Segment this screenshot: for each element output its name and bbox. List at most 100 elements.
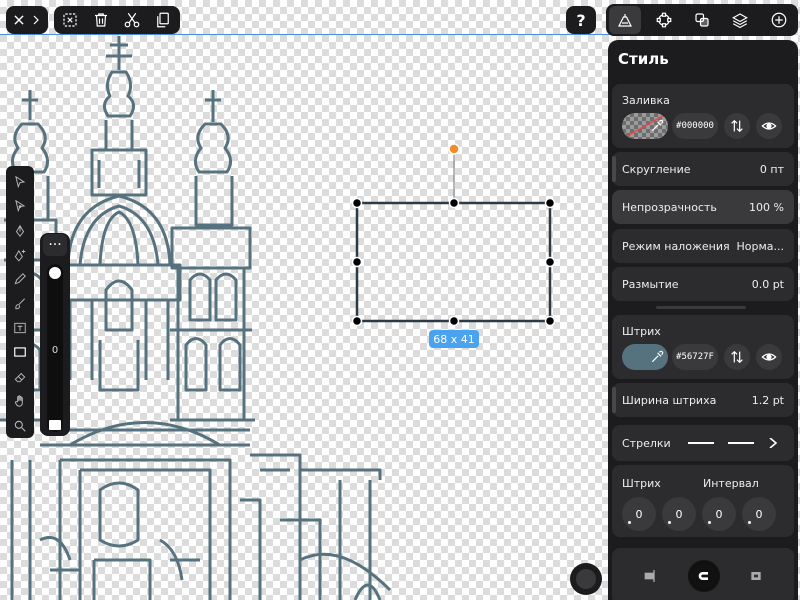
dash-knob-1[interactable]: 0: [622, 497, 656, 531]
tool-direct-select[interactable]: [8, 194, 32, 218]
knob-indicator: [668, 521, 671, 524]
fill-card: Заливка #000000: [612, 84, 794, 148]
dash-interval-label: Интервал: [703, 477, 759, 490]
opacity-row[interactable]: Непрозрачность 100 %: [612, 190, 794, 224]
delete-button[interactable]: [85, 6, 116, 34]
pen-icon: [15, 224, 25, 237]
tool-rectangle[interactable]: [8, 341, 32, 365]
eraser-icon: [14, 372, 26, 382]
pen-add-icon: [14, 249, 26, 262]
cap-card: [612, 548, 794, 600]
tool-zoom[interactable]: [8, 414, 32, 438]
section-divider: [656, 306, 746, 309]
stroke-hex[interactable]: #56727F: [672, 344, 718, 370]
scissors-icon: [124, 12, 139, 28]
panel-title: Стиль: [618, 50, 669, 68]
selection-size-badge: 68 x 41: [429, 330, 479, 348]
zoom-icon: [14, 420, 26, 432]
node-edit-icon: [656, 12, 671, 28]
tool-pen[interactable]: [8, 219, 32, 243]
stroke-width-row[interactable]: Ширина штриха 1.2 pt: [612, 383, 794, 417]
fill-swatch[interactable]: [622, 113, 668, 139]
stroke-label: Штрих: [622, 325, 661, 338]
dash-value-4: 0: [755, 507, 763, 521]
brush-icon: [15, 298, 25, 309]
stroke-visibility-button[interactable]: [756, 344, 782, 370]
stroke-width-value: 1.2 pt: [751, 393, 784, 407]
opacity-label: Непрозрачность: [622, 200, 717, 214]
tool-pen-add[interactable]: [8, 243, 32, 267]
select-icon: [15, 175, 26, 189]
fill-swap-button[interactable]: [724, 113, 750, 139]
dash-knob-3[interactable]: 0: [702, 497, 736, 531]
arrange-icon: [695, 13, 709, 27]
close-button[interactable]: [6, 6, 48, 34]
dash-knob-4[interactable]: 0: [742, 497, 776, 531]
close-icon: [14, 15, 24, 25]
rounding-accent: [612, 156, 616, 182]
rounding-row[interactable]: Скругление 0 пт: [612, 152, 794, 186]
pencil-icon: [14, 273, 26, 285]
tool-pencil[interactable]: [8, 267, 32, 291]
deselect-button[interactable]: [54, 6, 85, 34]
tool-select[interactable]: [8, 170, 32, 194]
slider-menu-button[interactable]: ···: [43, 234, 67, 256]
tool-brush[interactable]: [8, 292, 32, 316]
knob-indicator: [708, 521, 711, 524]
stroke-swap-button[interactable]: [724, 344, 750, 370]
tab-nodes[interactable]: [648, 6, 680, 34]
tab-layers[interactable]: [724, 6, 756, 34]
tool-text[interactable]: [8, 316, 32, 340]
stroke-card: Штрих #56727F: [612, 315, 794, 379]
stroke-swatch[interactable]: [622, 344, 668, 370]
style-panel: Стиль Заливка #000000 Скругление 0 пт Не…: [608, 40, 798, 600]
dash-value-1: 0: [635, 507, 643, 521]
tab-arrange[interactable]: [686, 6, 718, 34]
tab-add[interactable]: [763, 6, 795, 34]
cap-round-button[interactable]: [688, 560, 720, 592]
add-circle-icon: [771, 12, 787, 28]
dash-knob-2[interactable]: 0: [662, 497, 696, 531]
chevron-right-icon: [33, 15, 39, 25]
nav-pill: [6, 6, 48, 34]
tool-eraser[interactable]: [8, 365, 32, 389]
eye-icon: [761, 122, 777, 130]
fill-visibility-button[interactable]: [756, 113, 782, 139]
blend-row[interactable]: Режим наложения Норма...: [612, 229, 794, 263]
dash-value-3: 0: [715, 507, 723, 521]
arrows-row[interactable]: Стрелки: [612, 425, 794, 461]
group-select-icon: [62, 13, 77, 27]
trash-icon: [94, 13, 107, 27]
fill-hex[interactable]: #000000: [672, 113, 718, 139]
stroke-width-accent: [612, 387, 616, 413]
cap-square-button[interactable]: [742, 562, 770, 590]
slider-value: 0: [51, 345, 59, 356]
tool-hand[interactable]: [8, 389, 32, 413]
help-button[interactable]: ?: [566, 6, 596, 34]
eyedropper-icon[interactable]: [650, 119, 664, 133]
hand-icon: [14, 395, 23, 407]
swap-vertical-icon: [731, 350, 743, 364]
layers-icon: [732, 13, 749, 29]
knob-indicator: [628, 521, 631, 524]
dash-card: Штрих Интервал 0 0 0 0: [612, 465, 794, 537]
edit-toolbar: [54, 6, 180, 34]
selection-box[interactable]: [345, 138, 565, 338]
cap-square-icon: [751, 572, 761, 580]
cap-butt-button[interactable]: [636, 562, 664, 590]
slider-square-icon: [49, 420, 61, 430]
opacity-value: 100 %: [749, 200, 784, 214]
style-brush-icon: [618, 14, 633, 27]
copy-button[interactable]: [147, 6, 178, 34]
slider-handle[interactable]: [49, 267, 61, 279]
eyedropper-icon[interactable]: [650, 350, 664, 364]
blur-row[interactable]: Размытие 0.0 pt: [612, 267, 794, 301]
cut-button[interactable]: [116, 6, 147, 34]
fill-label: Заливка: [622, 94, 670, 107]
blur-label: Размытие: [622, 277, 679, 291]
color-picker-button[interactable]: [570, 563, 602, 595]
dash-stroke-label: Штрих: [622, 477, 661, 490]
knob-indicator: [748, 521, 751, 524]
swap-vertical-icon: [731, 119, 743, 133]
tab-style[interactable]: [609, 6, 642, 34]
